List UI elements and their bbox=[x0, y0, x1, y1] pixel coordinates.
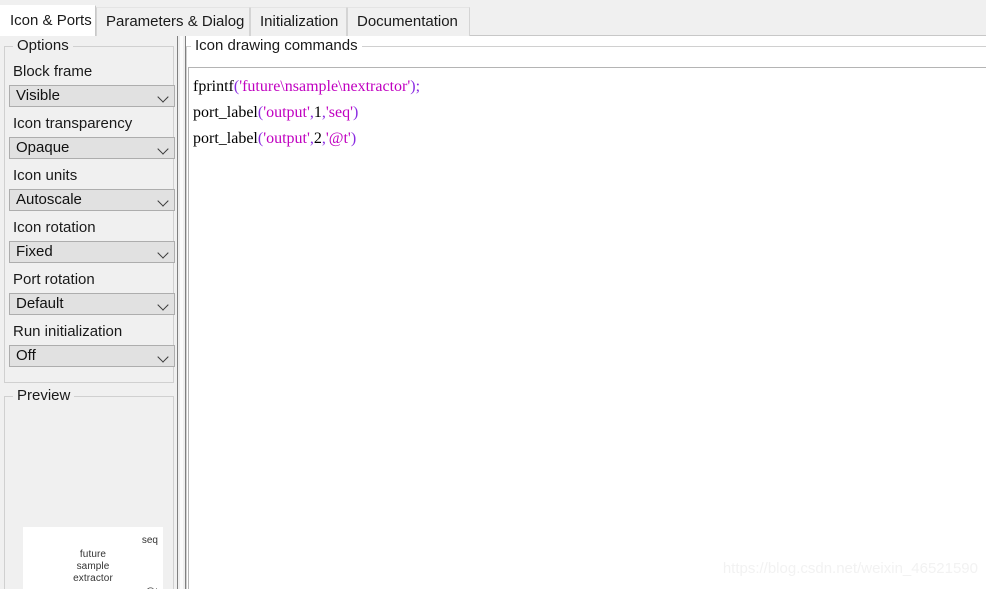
chevron-down-icon[interactable] bbox=[154, 138, 174, 158]
option-select-icon-transparency[interactable]: Opaque bbox=[9, 137, 175, 159]
preview-group-title: Preview bbox=[13, 387, 75, 404]
code-token-str: 'future\nsample\nextractor' bbox=[239, 78, 411, 95]
option-select-value: Opaque bbox=[16, 139, 70, 156]
tab-icon-ports[interactable]: Icon & Ports bbox=[0, 5, 96, 36]
option-select-icon-units[interactable]: Autoscale bbox=[9, 189, 175, 211]
preview-block-center-label: future sample extractor bbox=[23, 549, 163, 585]
code-token-num: 2 bbox=[313, 130, 322, 147]
preview-center-line: future bbox=[79, 549, 107, 560]
tab-documentation[interactable]: Documentation bbox=[347, 7, 470, 36]
code-token-str: 'seq' bbox=[325, 104, 353, 121]
code-panel: Icon drawing commands fprintf('future\ns… bbox=[186, 36, 986, 589]
preview-center-line: sample bbox=[76, 561, 110, 572]
splitter-track bbox=[180, 36, 183, 589]
code-token-str: 'output' bbox=[263, 104, 310, 121]
code-line: fprintf('future\nsample\nextractor'); bbox=[193, 74, 986, 100]
option-label-run-initialization: Run initialization bbox=[13, 323, 123, 340]
code-token-str: '@t' bbox=[325, 130, 351, 147]
chevron-down-icon[interactable] bbox=[154, 242, 174, 262]
option-select-value: Visible bbox=[16, 87, 60, 104]
option-select-icon-rotation[interactable]: Fixed bbox=[9, 241, 175, 263]
chevron-down-icon[interactable] bbox=[154, 294, 174, 314]
option-select-value: Off bbox=[16, 347, 36, 364]
chevron-glyph bbox=[157, 247, 169, 259]
option-label-block-frame: Block frame bbox=[13, 63, 93, 80]
code-token-fn: port_label bbox=[193, 130, 258, 147]
chevron-glyph bbox=[157, 351, 169, 363]
chevron-down-icon[interactable] bbox=[154, 346, 174, 366]
option-select-run-initialization[interactable]: Off bbox=[9, 345, 175, 367]
chevron-down-icon[interactable] bbox=[154, 86, 174, 106]
option-select-value: Default bbox=[16, 295, 64, 312]
option-label-icon-rotation: Icon rotation bbox=[13, 219, 96, 236]
tab-label: Parameters & Dialog bbox=[106, 13, 245, 30]
tab-parameters-dialog[interactable]: Parameters & Dialog bbox=[96, 7, 250, 36]
code-token-str: 'output' bbox=[263, 130, 310, 147]
chevron-glyph bbox=[157, 91, 169, 103]
option-select-value: Fixed bbox=[16, 243, 53, 260]
code-token-fn: port_label bbox=[193, 104, 258, 121]
tab-label: Documentation bbox=[357, 13, 458, 30]
watermark-text: https://blog.csdn.net/weixin_46521590 bbox=[722, 560, 978, 577]
option-label-icon-units: Icon units bbox=[13, 167, 78, 184]
option-select-port-rotation[interactable]: Default bbox=[9, 293, 175, 315]
option-select-block-frame[interactable]: Visible bbox=[9, 85, 175, 107]
preview-block-glyph: futuresampleextractor seq @t bbox=[23, 527, 163, 589]
chevron-down-icon[interactable] bbox=[154, 190, 174, 210]
code-token-punct: ; bbox=[415, 78, 421, 95]
code-token-punct: ) bbox=[352, 104, 359, 121]
tab-label: Icon & Ports bbox=[10, 12, 92, 29]
code-token-punct: ) bbox=[350, 130, 357, 147]
options-sidebar: Options Block frame Visible Icon transpare… bbox=[0, 36, 177, 589]
option-label-port-rotation: Port rotation bbox=[13, 271, 95, 288]
code-token-num: 1 bbox=[313, 104, 322, 121]
code-token-fn: fprintf bbox=[193, 78, 234, 95]
tab-label: Initialization bbox=[260, 13, 339, 30]
option-label-icon-transparency: Icon transparency bbox=[13, 115, 133, 132]
preview-center-line: extractor bbox=[73, 573, 113, 584]
panel-splitter[interactable] bbox=[177, 36, 186, 589]
chevron-glyph bbox=[157, 299, 169, 311]
chevron-glyph bbox=[157, 143, 169, 155]
options-group: Options Block frame Visible Icon transpare… bbox=[4, 37, 175, 383]
code-group-title: Icon drawing commands bbox=[191, 37, 362, 54]
chevron-glyph bbox=[157, 195, 169, 207]
preview-group: Preview futuresampleextractor seq @t bbox=[4, 387, 174, 589]
tab-bar: Icon & Ports Parameters & Dialog Initializ… bbox=[0, 0, 986, 36]
icon-drawing-commands-group: Icon drawing commands fprintf('future\ns… bbox=[186, 37, 986, 589]
tab-initialization[interactable]: Initialization bbox=[250, 7, 347, 36]
icon-drawing-commands-editor[interactable]: fprintf('future\nsample\nextractor'); por… bbox=[188, 67, 986, 589]
option-select-value: Autoscale bbox=[16, 191, 82, 208]
options-group-title: Options bbox=[13, 37, 73, 54]
code-line: port_label('output',1,'seq') bbox=[193, 100, 986, 126]
preview-port-label-seq: seq bbox=[141, 535, 158, 546]
code-line: port_label('output',2,'@t') bbox=[193, 126, 986, 152]
